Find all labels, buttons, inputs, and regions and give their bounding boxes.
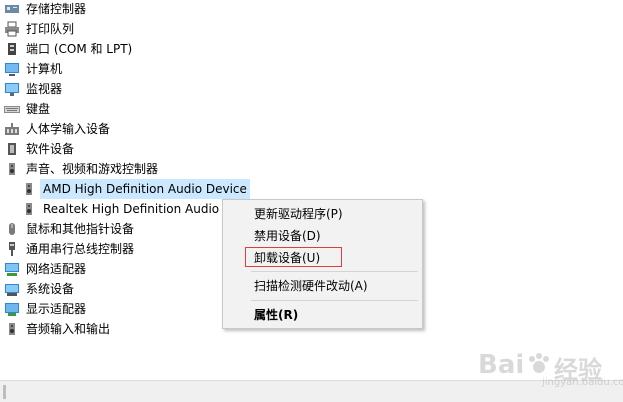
tree-item-storage-controllers[interactable]: 存储控制器 [4,0,86,19]
usb-icon [4,241,20,257]
monitor-icon [4,81,20,97]
computer-icon [4,61,20,77]
tree-item-label: 声音、视频和游戏控制器 [26,162,159,176]
tree-item-system-devices[interactable]: 系统设备 [4,279,74,299]
tree-item-usb-controllers[interactable]: 通用串行总线控制器 [4,239,134,259]
highlight-annotation-box [245,247,342,267]
tree-item-label: 人体学输入设备 [26,122,111,136]
tree-item-label: 软件设备 [26,142,75,156]
tree-item-label: 音频输入和输出 [26,322,111,336]
paw-icon [528,352,550,379]
menu-separator [251,271,418,272]
tree-item-mice[interactable]: 鼠标和其他指针设备 [4,219,134,239]
watermark-text: Bai [478,350,525,380]
menu-item-properties[interactable]: 属性(R) [254,305,298,325]
tree-item-network-adapters[interactable]: 网络适配器 [4,259,86,279]
system-device-icon [4,281,20,297]
speaker-icon [4,161,20,177]
menu-item-scan-hardware[interactable]: 扫描检测硬件改动(A) [254,276,368,296]
menu-item-disable-device[interactable]: 禁用设备(D) [254,226,321,246]
tree-item-software-devices[interactable]: 软件设备 [4,139,74,159]
baidu-watermark: Bai du 经验 jingyan.baidu.com [478,346,623,388]
printer-icon [4,21,20,37]
tree-item-audio-io[interactable]: 音频输入和输出 [4,319,110,339]
tree-item-label: 鼠标和其他指针设备 [26,222,135,236]
port-icon [4,41,20,57]
menu-separator [251,300,418,301]
tree-item-label: 计算机 [26,62,63,76]
mouse-icon [4,221,20,237]
tree-item-amd-audio[interactable]: AMD High Definition Audio Device [21,179,250,199]
tree-item-label: 系统设备 [26,282,75,296]
display-adapter-icon [4,301,20,317]
tree-item-label: 监视器 [26,82,63,96]
software-device-icon [4,141,20,157]
tree-item-label: 通用串行总线控制器 [26,242,135,256]
tree-item-hid[interactable]: 人体学输入设备 [4,119,110,139]
tree-item-print-queues[interactable]: 打印队列 [4,19,74,39]
menu-item-update-driver[interactable]: 更新驱动程序(P) [254,204,343,224]
tree-item-computer[interactable]: 计算机 [4,59,62,79]
tree-item-ports[interactable]: 端口 (COM 和 LPT) [4,39,132,59]
tree-item-label: Realtek High Definition Audio [43,202,220,216]
tree-item-label: 键盘 [26,102,51,116]
tree-item-label: 网络适配器 [26,262,87,276]
hid-icon [4,121,20,137]
tree-item-monitors[interactable]: 监视器 [4,79,62,99]
network-adapter-icon [4,261,20,277]
tree-item-label: 端口 (COM 和 LPT) [26,42,133,56]
tree-item-realtek-audio[interactable]: Realtek High Definition Audio [21,199,219,219]
speaker-icon [4,321,20,337]
speaker-icon [21,181,37,197]
tree-item-sound-video-game[interactable]: 声音、视频和游戏控制器 [4,159,158,179]
tree-item-display-adapters[interactable]: 显示适配器 [4,299,86,319]
scrollbar-thumb[interactable] [3,385,6,399]
tree-item-label: 显示适配器 [26,302,87,316]
tree-item-keyboards[interactable]: 键盘 [4,99,50,119]
tree-item-label: 存储控制器 [26,2,87,16]
speaker-icon [21,201,37,217]
tree-item-label: AMD High Definition Audio Device [40,179,250,199]
watermark-url: jingyan.baidu.com [542,377,623,388]
storage-controller-icon [4,1,20,17]
tree-item-label: 打印队列 [26,22,75,36]
keyboard-icon [4,101,20,117]
